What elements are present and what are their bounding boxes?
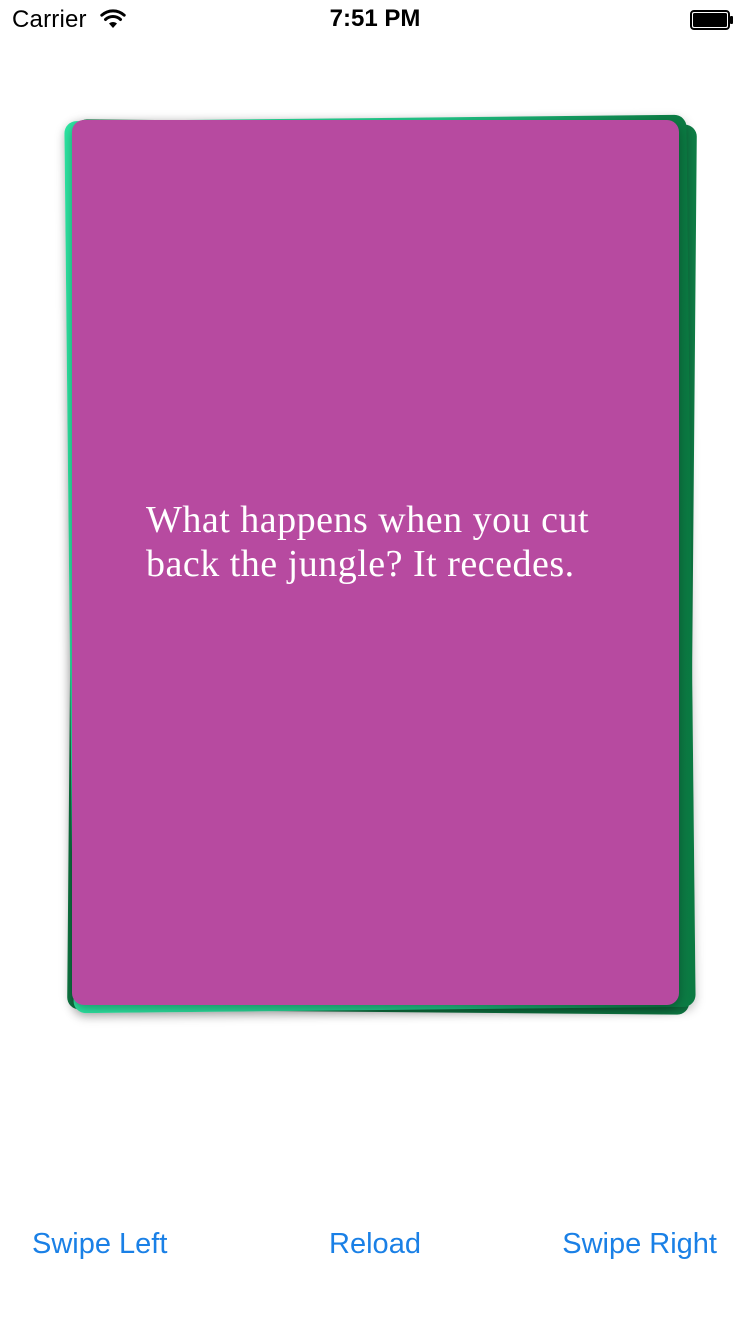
status-bar: Carrier 7:51 PM: [0, 0, 750, 40]
card-text: What happens when you cut back the jungl…: [146, 499, 590, 585]
card-stack[interactable]: What happens when you cut back the jungl…: [55, 110, 705, 1020]
swipe-right-button[interactable]: Swipe Right: [562, 1228, 717, 1261]
battery-full-icon: [690, 10, 734, 30]
top-card[interactable]: What happens when you cut back the jungl…: [72, 120, 679, 1005]
swipe-left-button[interactable]: Swipe Left: [32, 1228, 167, 1261]
bottom-toolbar: Swipe Left Reload Swipe Right: [0, 1228, 750, 1272]
reload-button[interactable]: Reload: [329, 1228, 421, 1260]
status-time: 7:51 PM: [329, 5, 421, 32]
